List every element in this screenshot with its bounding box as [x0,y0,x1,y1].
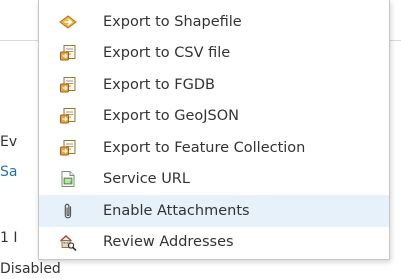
export-doc-icon [59,44,77,62]
page: Ev Sa 1 I Disabled Export to Shapefile E… [0,0,401,279]
menu-item-label: Enable Attachments [103,202,250,219]
menu-item-service-url[interactable]: Service URL [39,164,389,196]
menu-item-export-csv[interactable]: Export to CSV file [39,38,389,70]
menu-item-export-shapefile[interactable]: Export to Shapefile [39,6,389,38]
menu-item-export-feature-collection[interactable]: Export to Feature Collection [39,132,389,164]
paperclip-icon [59,202,77,220]
menu-item-label: Export to FGDB [103,76,215,93]
layer-actions-menu: Export to Shapefile Export to CSV file E… [38,0,390,260]
export-doc-icon [59,107,77,125]
review-addresses-icon [59,233,77,252]
menu-item-review-addresses[interactable]: Review Addresses [39,227,389,259]
background-link-sa[interactable]: Sa [0,164,17,180]
service-url-icon [59,170,77,188]
menu-item-label: Export to CSV file [103,45,231,62]
menu-item-enable-attachments[interactable]: Enable Attachments [39,195,389,227]
export-doc-icon [59,76,77,94]
menu-item-label: Export to Shapefile [103,13,242,30]
menu-item-label: Export to Feature Collection [103,139,306,156]
menu-item-label: Review Addresses [103,234,234,251]
background-row-ev: Ev [0,134,18,150]
export-doc-icon [59,139,77,157]
menu-item-export-geojson[interactable]: Export to GeoJSON [39,101,389,133]
background-row-one: 1 I [0,230,18,246]
background-status-disabled: Disabled [0,261,61,277]
menu-item-label: Export to GeoJSON [103,108,240,125]
menu-item-export-fgdb[interactable]: Export to FGDB [39,69,389,101]
shapefile-icon [59,13,77,31]
menu-item-label: Service URL [103,171,190,188]
